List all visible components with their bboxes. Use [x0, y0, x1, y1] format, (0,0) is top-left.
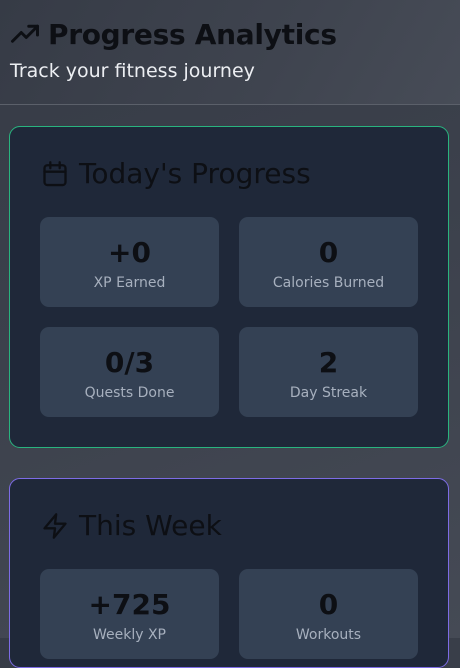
calendar-icon	[41, 160, 69, 188]
card-header: Today's Progress	[41, 157, 311, 190]
quests-done-stat: 0/3 Quests Done	[40, 327, 219, 417]
card-header: This Week	[41, 509, 222, 542]
stat-label: Day Streak	[289, 385, 368, 401]
xp-earned-stat: +0 XP Earned	[40, 217, 219, 307]
stat-value: 2	[318, 346, 339, 379]
stat-value: +0	[108, 236, 151, 269]
page-header: Progress Analytics Track your fitness jo…	[0, 0, 460, 105]
stat-label: Quests Done	[84, 385, 175, 401]
workouts-stat: 0 Workouts	[239, 569, 418, 659]
title-row: Progress Analytics	[10, 18, 337, 51]
card-title: Today's Progress	[79, 157, 311, 190]
stat-label: XP Earned	[93, 275, 166, 291]
stat-value: 0	[318, 236, 339, 269]
stat-label: Weekly XP	[92, 627, 166, 643]
todays-progress-card: Today's Progress +0 XP Earned 0 Calories…	[9, 126, 449, 448]
stat-value: 0/3	[104, 346, 155, 379]
card-title: This Week	[79, 509, 222, 542]
weekly-xp-stat: +725 Weekly XP	[40, 569, 219, 659]
day-streak-stat: 2 Day Streak	[239, 327, 418, 417]
stat-value: 0	[318, 588, 339, 621]
stat-label: Workouts	[295, 627, 362, 643]
stat-label: Calories Burned	[272, 275, 385, 291]
stat-value: +725	[88, 588, 171, 621]
lightning-icon	[41, 512, 69, 540]
this-week-card: This Week +725 Weekly XP 0 Workouts	[9, 478, 449, 668]
page-title: Progress Analytics	[48, 18, 337, 51]
calories-burned-stat: 0 Calories Burned	[239, 217, 418, 307]
trending-up-icon	[10, 20, 40, 50]
page-subtitle: Track your fitness journey	[10, 60, 255, 82]
